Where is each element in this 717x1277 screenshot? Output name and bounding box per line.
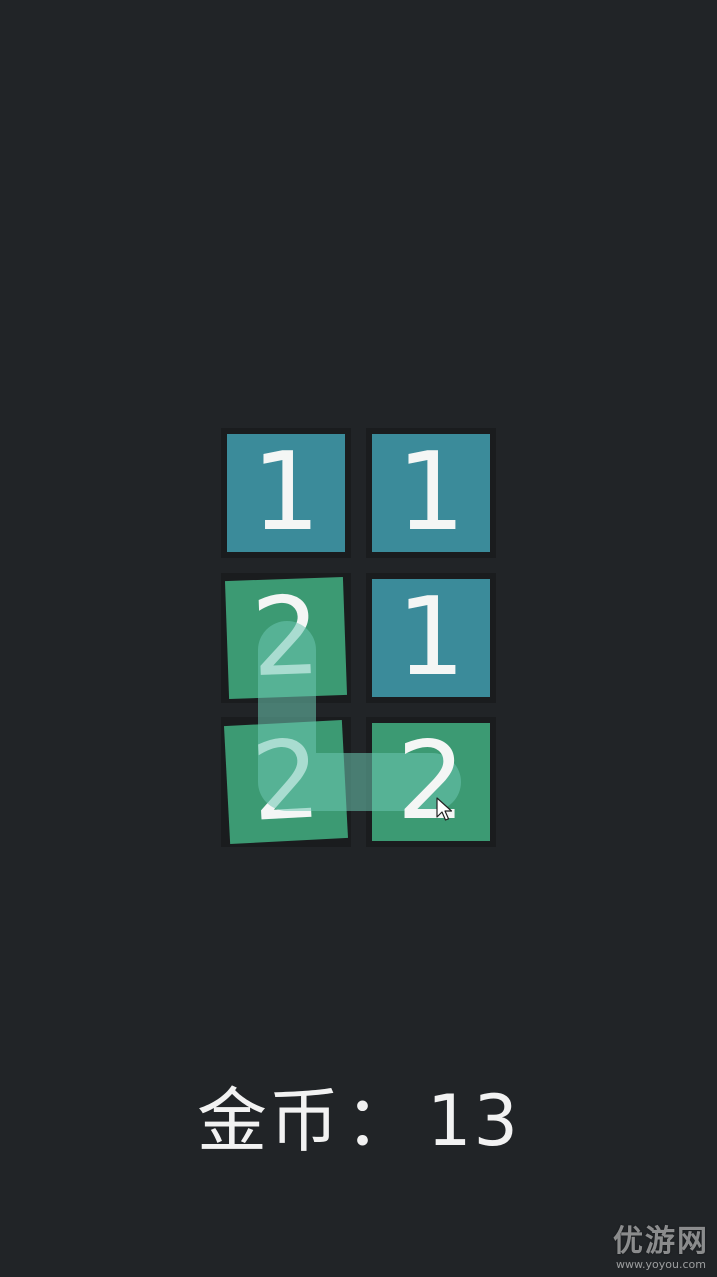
tile-number: 1 — [396, 430, 466, 555]
tile-r3-c2[interactable]: 2 — [372, 723, 490, 841]
tile-number: 2 — [396, 719, 466, 844]
coin-counter: 金币： 13 — [0, 1065, 717, 1166]
tile-r1-c2[interactable]: 1 — [372, 434, 490, 552]
tile-number: 2 — [248, 717, 324, 846]
coins-separator: ： — [344, 1080, 417, 1162]
tile-number: 1 — [251, 430, 321, 555]
tile-r1-c1[interactable]: 1 — [227, 434, 345, 552]
tile-r2-c1[interactable]: 2 — [224, 573, 348, 702]
watermark: 优游网 www.yoyou.com — [613, 1225, 709, 1271]
tile-number: 2 — [249, 573, 323, 702]
tile-number: 1 — [396, 575, 466, 700]
watermark-url: www.yoyou.com — [616, 1258, 706, 1271]
watermark-logo-text: 优游网 — [613, 1224, 709, 1259]
coins-value: 13 — [426, 1080, 521, 1162]
tile-r3-c1[interactable]: 2 — [223, 717, 349, 846]
tile-r2-c2[interactable]: 1 — [372, 579, 490, 697]
coins-label: 金币 — [196, 1080, 341, 1162]
